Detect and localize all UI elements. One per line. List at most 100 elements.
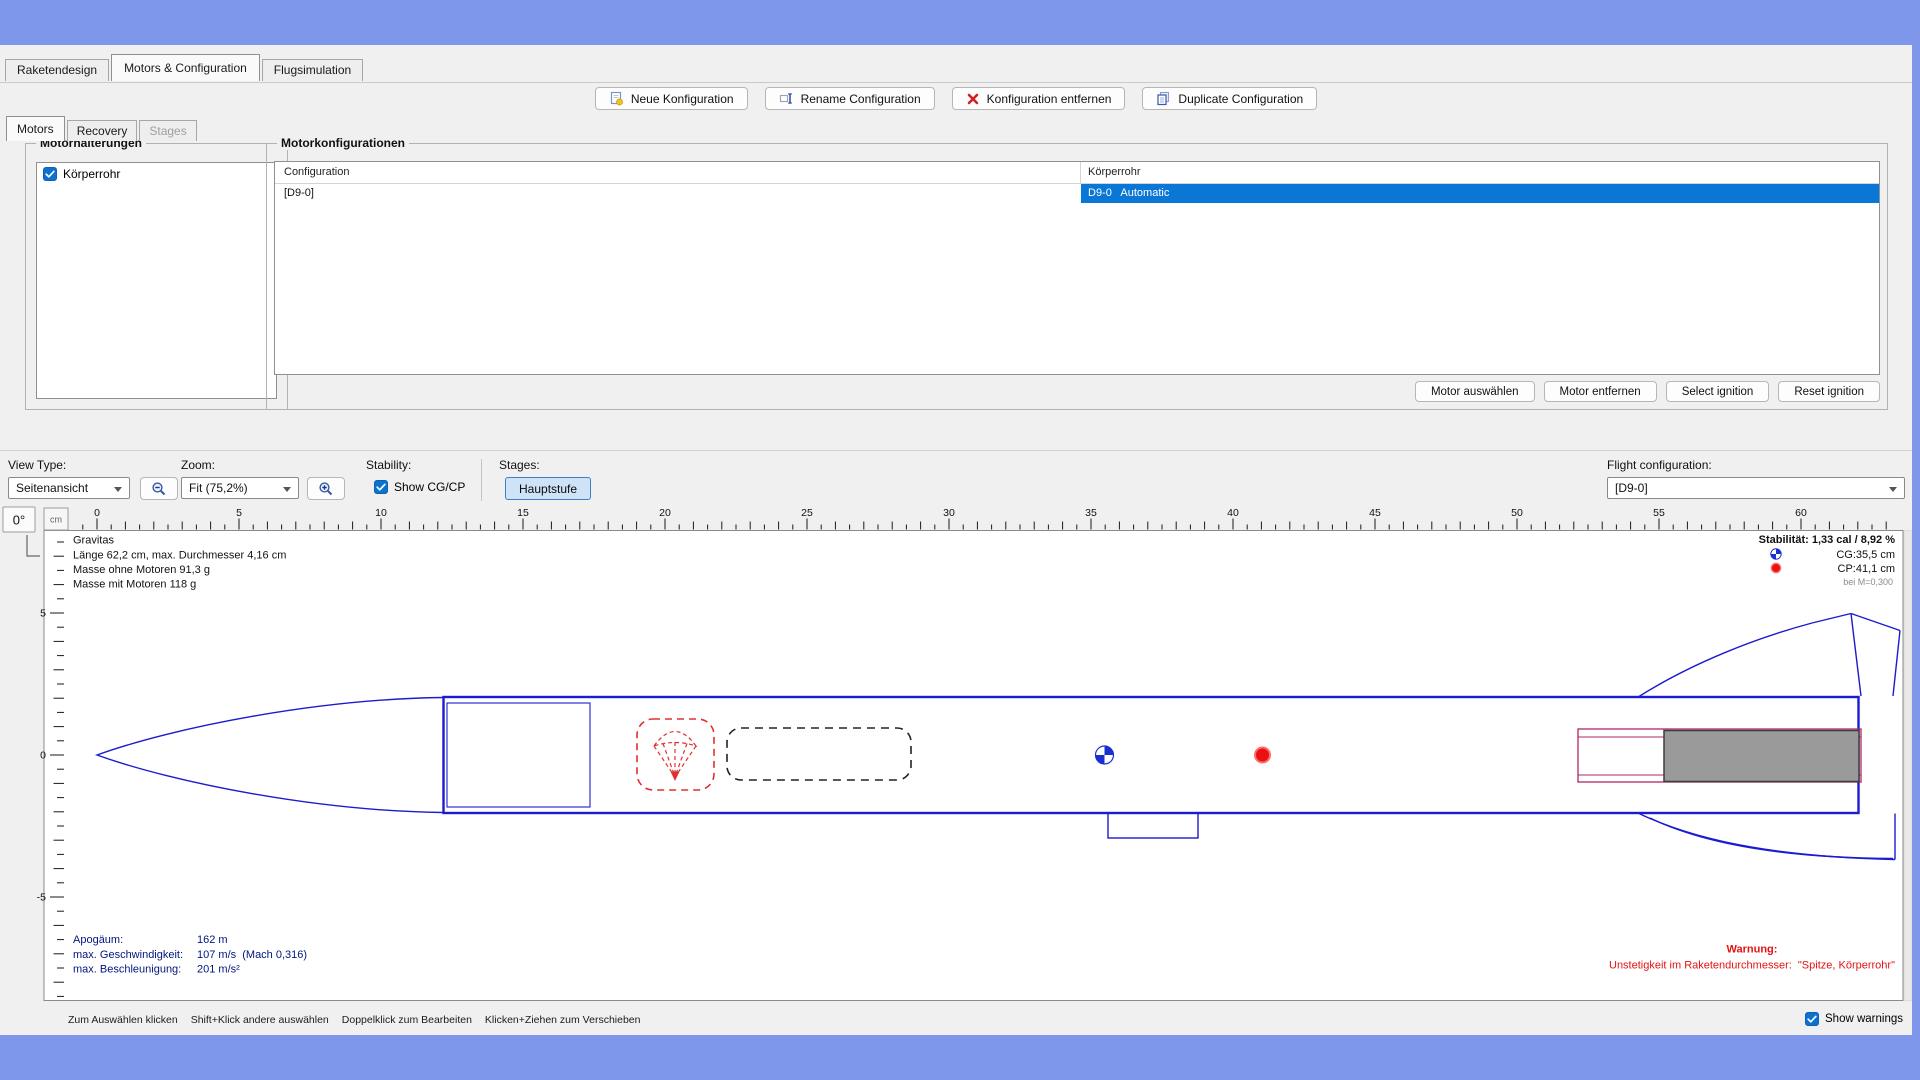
rotation-angle-value: 0° — [13, 513, 25, 528]
rocket-design-canvas[interactable]: 0° cm 051015202530354045505560 50-5 — [0, 505, 1912, 1007]
cg-value: CG:35,5 cm — [1836, 549, 1895, 561]
duplicate-icon — [1156, 91, 1171, 106]
pane-divider — [0, 450, 1912, 451]
chevron-down-icon — [114, 487, 122, 492]
table-row[interactable]: [D9-0] D9-0 Automatic — [275, 184, 1879, 203]
statusbar-hints: Zum Auswählen klicken Shift+Klick andere… — [68, 1014, 640, 1026]
select-motor-button[interactable]: Motor auswählen — [1415, 381, 1535, 402]
svg-text:35: 35 — [1085, 507, 1097, 519]
warning-message: Unstetigkeit im Raketendurchmesser: "Spi… — [1609, 960, 1895, 972]
chevron-down-icon — [1889, 487, 1897, 492]
show-warnings-label: Show warnings — [1825, 1013, 1903, 1025]
subtab-motors[interactable]: Motors — [6, 116, 65, 141]
stability-value: Stabilität: 1,33 cal / 8,92 % — [1759, 534, 1896, 546]
tabstrip-divider — [0, 82, 1912, 83]
stages-label: Stages: — [499, 458, 540, 472]
checkbox-checked-icon[interactable] — [374, 480, 388, 494]
hint-double-click: Doppelklick zum Bearbeiten — [342, 1014, 472, 1026]
main-tabbar: Raketendesign Motors & Configuration Flu… — [5, 54, 365, 81]
motor-mount-item-koerperrohr[interactable]: Körperrohr — [37, 163, 276, 185]
rocket-name: Gravitas — [73, 535, 114, 547]
cp-value: CP:41,1 cm — [1838, 563, 1895, 575]
svg-text:30: 30 — [943, 507, 955, 519]
tab-flugsimulation[interactable]: Flugsimulation — [262, 59, 363, 81]
duplicate-configuration-button[interactable]: Duplicate Configuration — [1142, 87, 1317, 110]
rename-icon — [779, 91, 794, 106]
svg-text:5: 5 — [236, 507, 242, 519]
magnifier-plus-icon — [318, 481, 334, 497]
cg-marker — [1096, 746, 1114, 764]
checkbox-checked-icon[interactable] — [1805, 1012, 1819, 1026]
svg-text:50: 50 — [1511, 507, 1523, 519]
rotation-angle-indicator[interactable]: 0° — [3, 507, 40, 556]
cell-motor-selected[interactable]: D9-0 Automatic — [1081, 184, 1879, 203]
remove-motor-button[interactable]: Motor entfernen — [1544, 381, 1657, 402]
magnifier-minus-icon — [151, 481, 167, 497]
show-cg-cp-label: Show CG/CP — [394, 480, 465, 494]
stage-toggle-hauptstufe[interactable]: Hauptstufe — [505, 477, 591, 500]
remove-x-icon — [966, 92, 980, 106]
show-cg-cp-control[interactable]: Show CG/CP — [374, 480, 465, 494]
ruler-unit-box[interactable]: cm — [44, 508, 68, 530]
tab-motors-configuration[interactable]: Motors & Configuration — [111, 54, 260, 81]
duplicate-configuration-label: Duplicate Configuration — [1178, 92, 1303, 106]
rename-configuration-button[interactable]: Rename Configuration — [765, 87, 935, 110]
motor-configurations-group: Motorkonfigurationen Configuration Körpe… — [266, 143, 1888, 410]
statusbar: Zum Auswählen klicken Shift+Klick andere… — [0, 1007, 1912, 1035]
svg-text:5: 5 — [40, 608, 46, 620]
canvas-scrollbar[interactable] — [1904, 531, 1912, 1001]
svg-text:55: 55 — [1653, 507, 1665, 519]
table-header: Configuration Körperrohr — [275, 162, 1879, 184]
column-header-koerperrohr[interactable]: Körperrohr — [1081, 162, 1879, 183]
remove-configuration-label: Konfiguration entfernen — [987, 92, 1112, 106]
zoom-select[interactable]: Fit (75,2%) — [181, 477, 299, 499]
svg-text:15: 15 — [517, 507, 529, 519]
app-window: Raketendesign Motors & Configuration Flu… — [0, 45, 1912, 1035]
ruler-unit: cm — [50, 515, 62, 525]
hint-drag: Klicken+Ziehen zum Verschieben — [485, 1014, 641, 1026]
select-ignition-button[interactable]: Select ignition — [1666, 381, 1770, 402]
motor-mount-label: Körperrohr — [63, 167, 120, 181]
motor-buttons: Motor auswählen Motor entfernen Select i… — [1415, 381, 1880, 402]
rocket-mass-loaded: Masse mit Motoren 118 g — [73, 579, 196, 591]
zoom-out-button[interactable] — [140, 477, 178, 500]
zoom-in-button[interactable] — [307, 477, 345, 500]
svg-text:0: 0 — [40, 750, 46, 762]
stability-label: Stability: — [366, 458, 411, 472]
rocket-dimensions: Länge 62,2 cm, max. Durchmesser 4,16 cm — [73, 550, 286, 562]
stability-condition: bei M=0,300 — [1843, 577, 1893, 587]
max-acceleration-label: max. Beschleunigung: — [73, 964, 181, 976]
remove-configuration-button[interactable]: Konfiguration entfernen — [952, 87, 1126, 110]
show-warnings-control[interactable]: Show warnings — [1805, 1012, 1903, 1026]
cp-marker — [1255, 748, 1270, 763]
svg-text:0: 0 — [94, 507, 100, 519]
max-velocity-value: 107 m/s (Mach 0,316) — [197, 949, 307, 961]
column-header-configuration[interactable]: Configuration — [275, 162, 1081, 183]
chevron-down-icon — [283, 487, 291, 492]
flight-configuration-select[interactable]: [D9-0] — [1607, 477, 1905, 499]
checkbox-checked-icon[interactable] — [43, 167, 57, 181]
cg-legend-icon — [1771, 549, 1781, 559]
rocket-mass-empty: Masse ohne Motoren 91,3 g — [73, 564, 210, 576]
svg-text:25: 25 — [801, 507, 813, 519]
body-tube[interactable] — [444, 697, 1859, 813]
new-configuration-button[interactable]: Neue Konfiguration — [595, 87, 748, 110]
subtab-recovery[interactable]: Recovery — [67, 120, 138, 141]
rename-configuration-label: Rename Configuration — [801, 92, 921, 106]
tab-raketendesign[interactable]: Raketendesign — [5, 59, 109, 81]
view-type-select[interactable]: Seitenansicht — [8, 477, 130, 499]
apogee-label: Apogäum: — [73, 934, 123, 946]
motor[interactable] — [1664, 731, 1859, 782]
rotation-axis-mark — [27, 535, 40, 556]
svg-text:60: 60 — [1795, 507, 1807, 519]
view-type-value: Seitenansicht — [16, 481, 88, 495]
desktop-background: Raketendesign Motors & Configuration Flu… — [0, 0, 1920, 1080]
reset-ignition-button[interactable]: Reset ignition — [1778, 381, 1880, 402]
view-type-label: View Type: — [8, 458, 66, 472]
new-configuration-icon — [609, 91, 624, 106]
zoom-value: Fit (75,2%) — [189, 481, 248, 495]
controls-separator — [481, 459, 482, 501]
svg-text:10: 10 — [375, 507, 387, 519]
cell-configuration[interactable]: [D9-0] — [275, 184, 1081, 203]
zoom-label: Zoom: — [181, 458, 215, 472]
